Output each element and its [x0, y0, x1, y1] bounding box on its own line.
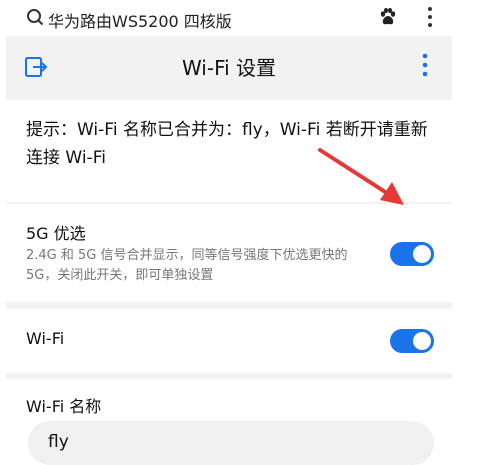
- baidu-paw-icon[interactable]: [378, 7, 398, 31]
- page-title: Wi-Fi 设置: [181, 56, 277, 80]
- browser-top-bar: 华为路由WS5200 四核版: [0, 0, 500, 36]
- toggle-knob: [413, 245, 431, 263]
- search-query-text[interactable]: 华为路由WS5200 四核版: [48, 8, 232, 32]
- merge-hint-card: 提示：Wi-Fi 名称已合并为：fly，Wi-Fi 若断开请重新连接 Wi-Fi: [6, 100, 452, 202]
- 5g-preference-description: 2.4G 和 5G 信号合并显示，同等信号强度下优选更快的 5G，关闭此开关，即…: [26, 248, 348, 283]
- toggle-knob: [413, 332, 431, 350]
- divider: [6, 373, 452, 379]
- wifi-name-input[interactable]: fly: [28, 421, 434, 465]
- 5g-preference-toggle[interactable]: [390, 242, 434, 266]
- wifi-name-label: Wi-Fi 名称: [26, 397, 102, 416]
- more-options-icon[interactable]: [422, 53, 428, 81]
- wifi-settings-page: Wi-Fi 设置 提示：Wi-Fi 名称已合并为：fly，Wi-Fi 若断开请重…: [6, 36, 452, 465]
- wifi-card: Wi-Fi Wi-Fi 名称 fly: [6, 309, 452, 465]
- app-bar: Wi-Fi 设置: [6, 36, 452, 100]
- search-icon[interactable]: [26, 8, 44, 30]
- merge-hint-text: 提示：Wi-Fi 名称已合并为：fly，Wi-Fi 若断开请重新连接 Wi-Fi: [26, 120, 428, 168]
- wifi-toggle[interactable]: [390, 329, 434, 353]
- wifi-label: Wi-Fi: [26, 329, 65, 348]
- 5g-preference-title: 5G 优选: [26, 224, 86, 243]
- 5g-preference-card: 5G 优选 2.4G 和 5G 信号合并显示，同等信号强度下优选更快的 5G，关…: [6, 204, 452, 302]
- wifi-name-value: fly: [48, 432, 69, 452]
- browser-menu-icon[interactable]: [427, 6, 433, 32]
